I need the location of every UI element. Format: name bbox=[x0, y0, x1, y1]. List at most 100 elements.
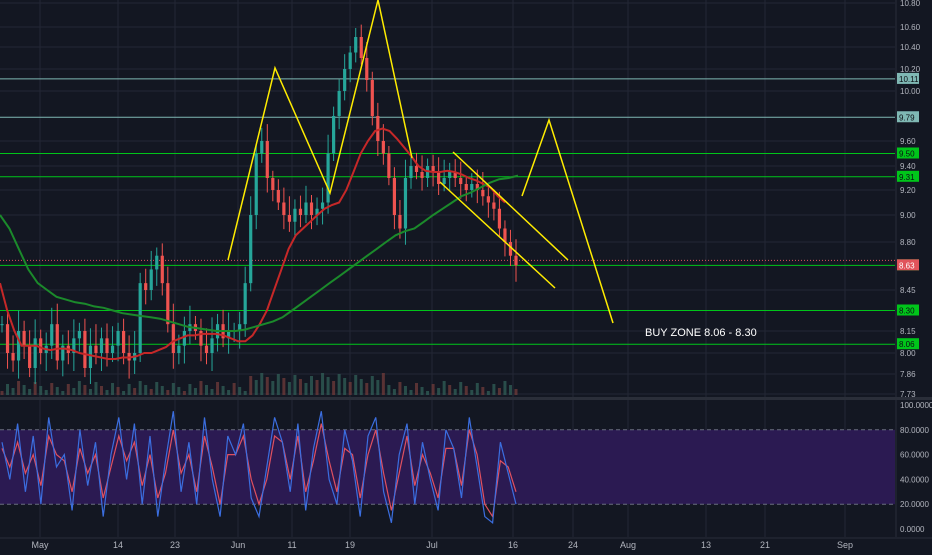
volume-bar-67 bbox=[370, 376, 374, 395]
price-tick-1: 10.60 bbox=[900, 23, 921, 32]
candle-body-4 bbox=[22, 331, 26, 346]
volume-bar-22 bbox=[122, 391, 126, 395]
candle-body-25 bbox=[138, 283, 142, 353]
volume-bar-13 bbox=[72, 388, 76, 395]
candle-body-45 bbox=[249, 215, 253, 284]
candle-body-5 bbox=[28, 345, 32, 368]
volume-bar-40 bbox=[221, 386, 225, 395]
volume-bar-30 bbox=[166, 390, 170, 395]
candle-body-17 bbox=[94, 345, 98, 353]
volume-bar-52 bbox=[287, 382, 291, 395]
volume-bar-59 bbox=[326, 377, 330, 395]
candle-body-26 bbox=[144, 283, 148, 290]
volume-bar-14 bbox=[77, 381, 81, 395]
volume-bar-82 bbox=[453, 389, 457, 395]
candle-body-32 bbox=[177, 345, 181, 353]
volume-bar-7 bbox=[39, 386, 43, 395]
candle-body-68 bbox=[376, 116, 380, 141]
candle-body-18 bbox=[99, 338, 104, 353]
volume-bar-0 bbox=[0, 391, 4, 395]
price-tick-4: 10.00 bbox=[900, 87, 921, 96]
price-tick-6: 9.40 bbox=[900, 162, 916, 171]
price-tick-14: 7.73 bbox=[900, 390, 916, 399]
candle-body-6 bbox=[33, 338, 37, 368]
candle-body-81 bbox=[448, 172, 452, 178]
level-label-3: 9.31 bbox=[899, 173, 915, 182]
candle-body-7 bbox=[39, 338, 43, 353]
stoch-tick-3: 40.0000 bbox=[900, 475, 929, 484]
candle-body-84 bbox=[464, 184, 468, 190]
candle-body-93 bbox=[514, 255, 518, 266]
candle-body-14 bbox=[77, 331, 81, 339]
volume-bar-17 bbox=[94, 382, 98, 395]
candle-body-63 bbox=[348, 52, 352, 69]
candle-body-79 bbox=[437, 172, 441, 184]
time-tick-10: 13 bbox=[701, 540, 711, 550]
volume-bar-1 bbox=[6, 384, 10, 395]
candle-body-71 bbox=[392, 178, 397, 215]
volume-bar-43 bbox=[238, 387, 242, 395]
volume-bar-53 bbox=[293, 375, 297, 395]
candle-body-19 bbox=[105, 338, 109, 353]
volume-bar-26 bbox=[144, 385, 148, 395]
time-tick-1: 14 bbox=[113, 540, 123, 550]
candle-body-46 bbox=[254, 153, 258, 215]
volume-bar-27 bbox=[149, 389, 153, 395]
volume-bar-61 bbox=[337, 374, 341, 395]
volume-bar-89 bbox=[492, 384, 496, 395]
price-tick-5: 9.60 bbox=[900, 137, 916, 146]
time-tick-7: 16 bbox=[508, 540, 518, 550]
volume-bar-28 bbox=[155, 382, 159, 395]
candle-body-90 bbox=[497, 208, 502, 229]
chart-svg[interactable]: 10.80 10.60 10.40 10.20 10.00 9.60 9.40 9.20 9.0… bbox=[0, 0, 932, 550]
stoch-tick-1: 80.0000 bbox=[900, 426, 929, 435]
price-tick-13: 7.86 bbox=[900, 370, 916, 379]
stoch-band-fill bbox=[0, 429, 895, 505]
volume-bar-75 bbox=[415, 383, 419, 395]
candle-body-22 bbox=[121, 331, 126, 353]
stochastic-band bbox=[0, 429, 895, 505]
volume-bar-68 bbox=[376, 380, 380, 395]
price-tick-8: 9.00 bbox=[900, 211, 916, 220]
volume-bar-15 bbox=[83, 385, 87, 395]
volume-bar-71 bbox=[392, 389, 396, 395]
volume-bar-73 bbox=[403, 386, 407, 395]
volume-bar-72 bbox=[398, 382, 402, 395]
candle-body-69 bbox=[381, 141, 385, 154]
candle-body-49 bbox=[271, 178, 275, 190]
volume-bar-80 bbox=[442, 381, 446, 395]
candle-body-88 bbox=[486, 196, 490, 203]
volume-bar-8 bbox=[44, 390, 48, 395]
chart-root[interactable]: 10.80 10.60 10.40 10.20 10.00 9.60 9.40 9.20 9.0… bbox=[0, 0, 932, 550]
volume-bar-58 bbox=[321, 373, 325, 395]
stoch-tick-0: 100.0000 bbox=[900, 401, 932, 410]
volume-bar-45 bbox=[249, 376, 253, 395]
volume-bar-63 bbox=[348, 382, 352, 395]
candle-body-72 bbox=[398, 215, 402, 229]
volume-bar-47 bbox=[260, 373, 264, 395]
volume-bar-24 bbox=[133, 388, 137, 395]
candle-body-58 bbox=[320, 202, 325, 209]
volume-bar-12 bbox=[66, 384, 70, 395]
volume-bar-84 bbox=[464, 386, 468, 395]
time-tick-9: Aug bbox=[620, 540, 636, 550]
volume-bar-4 bbox=[22, 385, 26, 395]
volume-bar-93 bbox=[514, 389, 518, 395]
volume-bar-18 bbox=[99, 386, 103, 395]
volume-bar-87 bbox=[481, 387, 485, 395]
level-label-0: 10.11 bbox=[899, 75, 919, 84]
volume-bar-64 bbox=[354, 375, 358, 395]
candle-body-64 bbox=[354, 37, 358, 53]
volume-bar-37 bbox=[204, 385, 208, 395]
candle-body-85 bbox=[470, 184, 474, 190]
candle-body-89 bbox=[492, 202, 496, 209]
volume-bar-91 bbox=[503, 381, 507, 395]
candle-body-21 bbox=[116, 331, 120, 346]
candle-body-44 bbox=[243, 283, 247, 325]
volume-bar-76 bbox=[420, 387, 424, 395]
candle-body-1 bbox=[5, 324, 10, 353]
level-label-2: 9.50 bbox=[899, 150, 915, 159]
time-tick-0: May bbox=[31, 540, 49, 550]
time-tick-4: 11 bbox=[287, 540, 296, 550]
volume-bar-34 bbox=[188, 384, 192, 395]
